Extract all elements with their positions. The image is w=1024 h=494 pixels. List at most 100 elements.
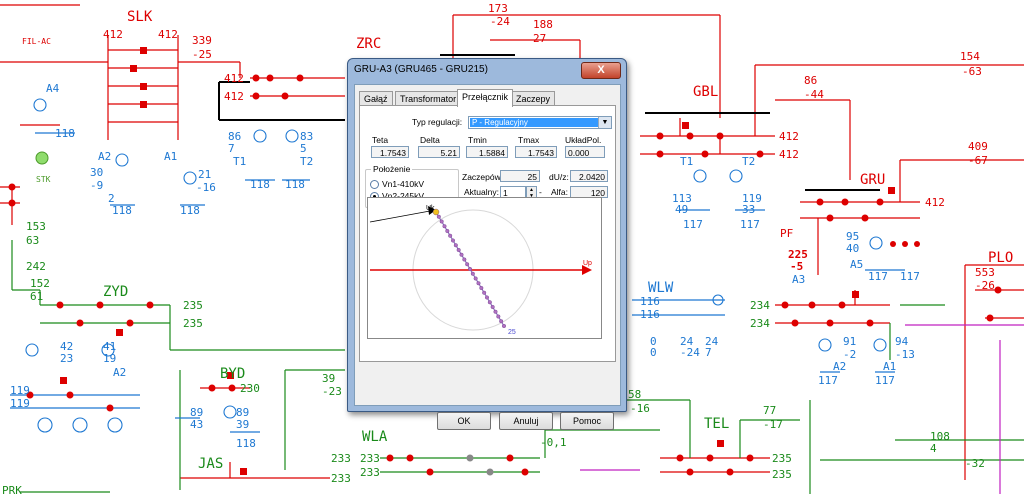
svg-text:A2: A2 [833,360,846,373]
svg-text:A1: A1 [164,150,177,163]
svg-text:77: 77 [763,404,776,417]
svg-text:-13: -13 [895,348,915,361]
svg-text:233: 233 [360,452,380,465]
svg-text:58: 58 [628,388,641,401]
svg-text:27: 27 [533,32,546,45]
tmin-field[interactable]: 1.5884 [466,146,508,158]
svg-text:339: 339 [192,34,212,47]
svg-text:PLO: PLO [988,250,1013,266]
vn1-radio[interactable] [370,180,379,189]
svg-text:235: 235 [183,317,203,330]
svg-text:412: 412 [224,90,244,103]
svg-text:4: 4 [930,442,937,455]
tap-point [473,276,478,281]
svg-text:117: 117 [740,218,760,231]
teta-field[interactable]: 1.7543 [371,146,409,158]
svg-text:ZYD: ZYD [103,284,128,300]
tap-point [482,290,487,295]
polozenie-title: Położenie [371,164,413,174]
tab-galaz[interactable]: Gałąź [359,91,393,106]
tap-point [445,229,450,234]
svg-text:233: 233 [360,466,380,479]
tab-transformator[interactable]: Transformator [395,91,462,106]
svg-text:49: 49 [675,203,688,216]
svg-text:5: 5 [300,142,307,155]
tap-point [484,295,489,300]
svg-text:154: 154 [960,50,980,63]
tap-point [459,252,464,257]
svg-text:119: 119 [10,397,30,410]
svg-text:0: 0 [650,346,657,359]
svg-text:A5: A5 [850,258,863,271]
pomoc-button[interactable]: Pomoc [560,412,614,430]
svg-text:188: 188 [533,18,553,31]
svg-text:7: 7 [228,142,235,155]
dialog-titlebar[interactable]: GRU-A3 (GRU465 - GRU215) X [348,59,626,81]
svg-text:39: 39 [236,418,249,431]
svg-text:116: 116 [640,308,660,321]
tap-vector-plot: Up Uk 25 [367,197,602,339]
du-z-field[interactable]: 2.0420 [570,170,608,182]
zaczepow-field[interactable]: 25 [500,170,540,182]
svg-text:T2: T2 [300,155,313,168]
svg-text:A4: A4 [46,82,60,95]
svg-text:23: 23 [60,352,73,365]
svg-text:21: 21 [198,168,211,181]
teta-label: Teta [372,135,389,145]
svg-text:412: 412 [925,196,945,209]
close-button[interactable]: X [581,62,621,79]
svg-text:116: 116 [640,295,660,308]
svg-text:SLK: SLK [127,9,153,25]
svg-text:40: 40 [846,242,859,255]
svg-text:-5: -5 [790,260,803,273]
svg-text:91: 91 [843,335,856,348]
svg-text:STK: STK [36,175,51,184]
tap-point [487,300,492,305]
transformer-properties-dialog[interactable]: GRU-A3 (GRU465 - GRU215) X Gałąź Transfo… [347,58,627,430]
dialog-client-area: Gałąź Transformator Przełącznik Zaczepy … [354,84,621,430]
anuluj-button[interactable]: Anuluj [499,412,553,430]
tap-point [432,208,440,216]
svg-text:GRU: GRU [860,172,885,188]
svg-text:A3: A3 [792,273,805,286]
tmax-field[interactable]: 1.7543 [515,146,557,158]
svg-text:118: 118 [180,204,200,217]
spin-separator: - [539,187,542,197]
tap-point [479,285,484,290]
uklad-field[interactable]: 0.000 [565,146,605,158]
uk-vector [369,210,431,223]
tab-przelacznik[interactable]: Przełącznik [457,89,514,107]
svg-text:118: 118 [55,127,75,140]
up-label: Up [583,260,592,267]
svg-text:118: 118 [250,178,270,191]
svg-text:-24: -24 [490,15,510,28]
svg-text:33: 33 [742,203,755,216]
svg-text:118: 118 [285,178,305,191]
svg-text:PF: PF [780,227,793,240]
svg-text:PRK: PRK [2,484,22,494]
tap-point [493,309,498,314]
svg-text:119: 119 [10,384,30,397]
svg-text:117: 117 [900,270,920,283]
tap-points [432,208,506,328]
zaczepow-label: Zaczepów: [462,172,504,182]
svg-text:409: 409 [968,140,988,153]
svg-text:A1: A1 [883,360,896,373]
svg-text:118: 118 [112,204,132,217]
ok-button[interactable]: OK [437,412,491,430]
svg-text:242: 242 [26,260,46,273]
typ-regulacji-select[interactable]: P - Regulacyjny ▼ [468,116,612,129]
tab-zaczepy[interactable]: Zaczepy [511,91,556,106]
tap-point [465,262,470,267]
svg-text:412: 412 [779,130,799,143]
svg-text:235: 235 [183,299,203,312]
svg-text:233: 233 [331,452,351,465]
svg-text:235: 235 [772,468,792,481]
chevron-down-icon[interactable]: ▼ [598,117,611,128]
delta-field[interactable]: 5.21 [418,146,460,158]
svg-text:117: 117 [818,374,838,387]
svg-text:412: 412 [779,148,799,161]
svg-text:-0,1: -0,1 [540,436,567,449]
svg-text:412: 412 [158,28,178,41]
vn1-label[interactable]: Vn1-410kV [382,179,424,189]
